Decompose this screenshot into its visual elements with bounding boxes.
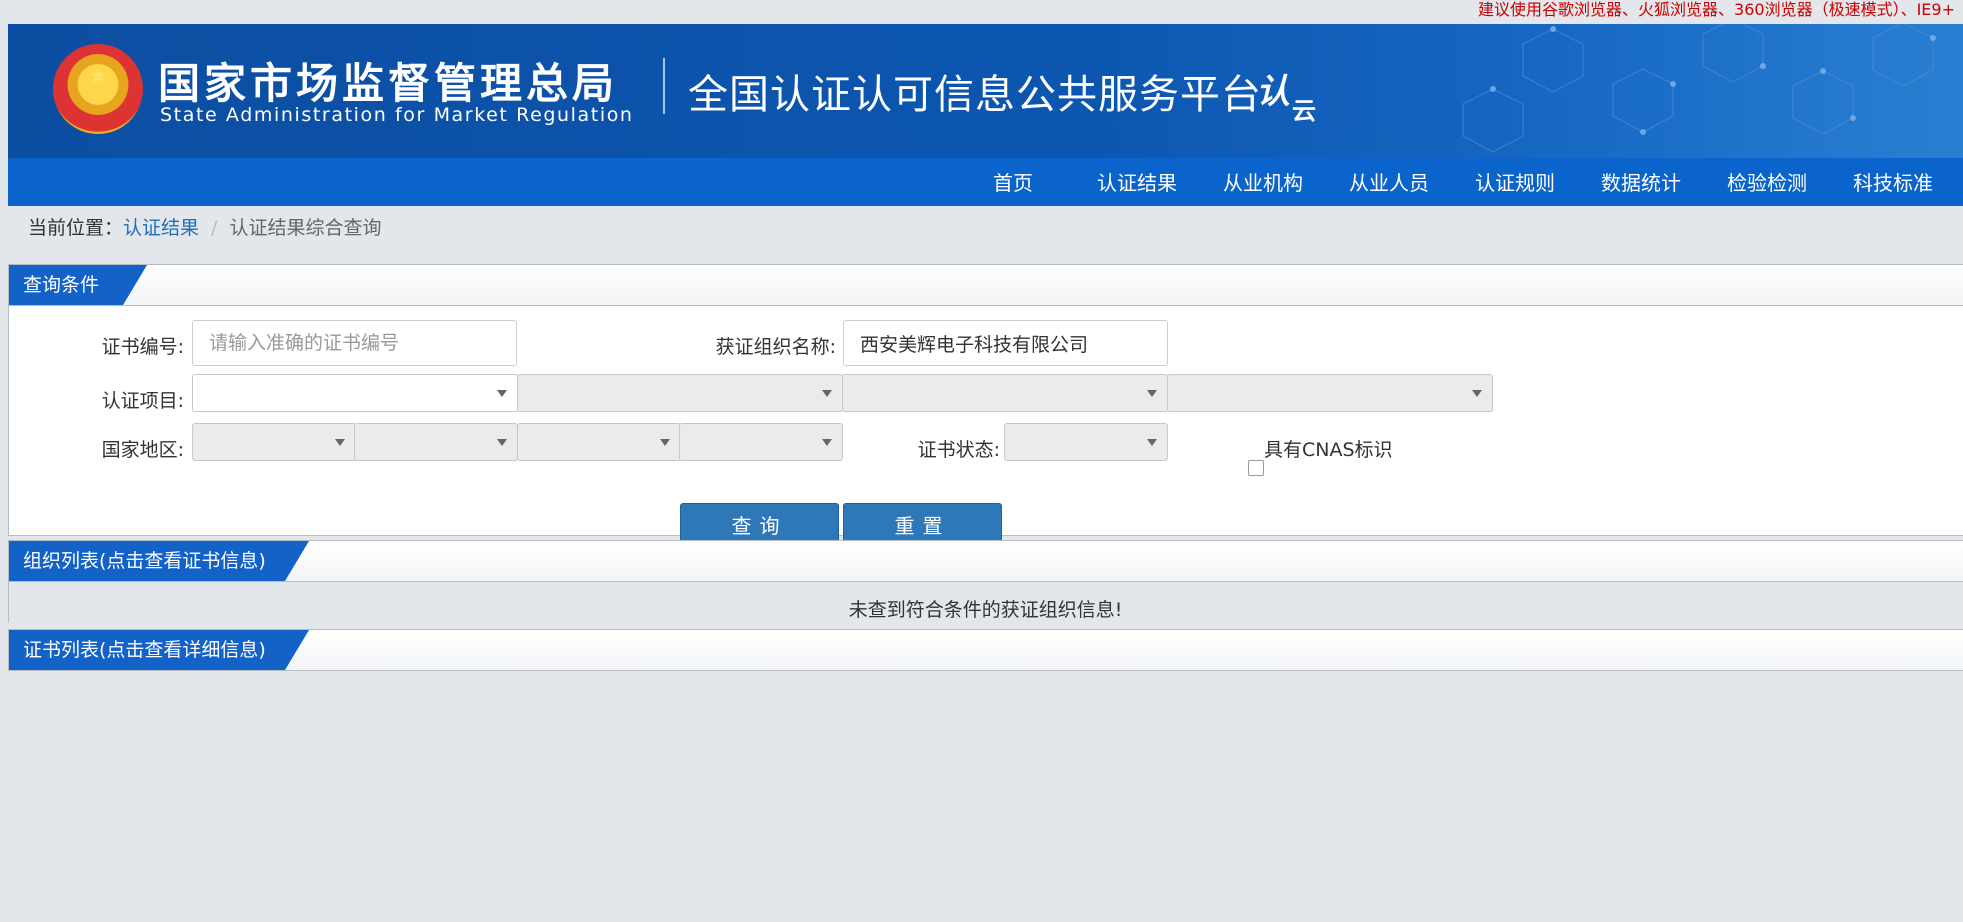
breadcrumb-separator: / [211,217,218,239]
breadcrumb-current: 认证结果综合查询 [229,217,382,239]
status-select[interactable] [1004,423,1168,461]
project-select-2[interactable] [517,374,843,412]
project-select-1[interactable] [192,374,518,412]
org-list-empty-message: 未查到符合条件的获证组织信息! [848,599,1123,621]
status-label: 证书状态: [917,439,1000,461]
cert-no-label: 证书编号: [101,336,184,358]
project-select-3[interactable] [842,374,1168,412]
region-select-1[interactable] [192,423,356,461]
region-select-3[interactable] [517,423,681,461]
agency-name-en: State Administration for Market Regulati… [160,104,634,126]
renzheng-cloud-logo: 认云 [1256,64,1316,125]
org-name-input[interactable] [843,320,1168,366]
header-divider [663,58,665,114]
site-banner: ★ 国家市场监督管理总局 State Administration for Ma… [8,24,1963,158]
nav-cert-results[interactable]: 认证结果 [1097,158,1177,206]
nav-statistics[interactable]: 数据统计 [1601,158,1681,206]
org-list-title: 组织列表(点击查看证书信息) [9,541,309,581]
project-label: 认证项目: [101,390,184,412]
breadcrumb-prefix: 当前位置： [28,217,124,239]
browser-notice: 建议使用谷歌浏览器、火狐浏览器、360浏览器（极速模式）、IE9+ [1478,0,1955,19]
chevron-down-icon [822,390,832,397]
chevron-down-icon [660,439,670,446]
main-nav: 首页 认证结果 从业机构 从业人员 认证规则 数据统计 检验检测 科技标准 [8,158,1963,206]
star-icon: ★ [88,64,108,89]
cert-list-title: 证书列表(点击查看详细信息) [9,630,309,670]
nav-personnel[interactable]: 从业人员 [1349,158,1429,206]
chevron-down-icon [1147,390,1157,397]
nav-home[interactable]: 首页 [993,158,1033,206]
chevron-down-icon [497,390,507,397]
chevron-down-icon [1147,439,1157,446]
cnas-checkbox[interactable] [1248,460,1264,476]
org-list-header: 组织列表(点击查看证书信息) [9,541,1963,582]
nav-cert-rules[interactable]: 认证规则 [1475,158,1555,206]
query-panel-title: 查询条件 [9,265,147,305]
nav-institutions[interactable]: 从业机构 [1223,158,1303,206]
cert-list-header: 证书列表(点击查看详细信息) [9,630,1963,671]
hex-pattern-decoration [1462,24,1936,153]
org-name-label: 获证组织名称: [715,336,836,358]
logo-sub-text: 云 [1292,97,1316,125]
cnas-label: 具有CNAS标识 [1264,439,1393,461]
region-label: 国家地区: [101,439,184,461]
chevron-down-icon [335,439,345,446]
query-panel-header: 查询条件 [9,265,1963,306]
chevron-down-icon [1472,390,1482,397]
nav-inspection[interactable]: 检验检测 [1727,158,1807,206]
platform-title: 全国认证认可信息公共服务平台 [688,72,1262,118]
agency-name-cn: 国家市场监督管理总局 [158,59,619,108]
chevron-down-icon [497,439,507,446]
region-select-2[interactable] [354,423,518,461]
chevron-down-icon [822,439,832,446]
region-select-4[interactable] [679,423,843,461]
nav-tech-standards[interactable]: 科技标准 [1853,158,1933,206]
national-emblem-icon: ★ [53,44,143,134]
cert-list-panel: 证书列表(点击查看详细信息) [8,629,1963,671]
breadcrumb: 当前位置：认证结果 / 认证结果综合查询 [28,216,381,240]
breadcrumb-link[interactable]: 认证结果 [123,217,199,239]
project-select-4[interactable] [1167,374,1493,412]
cert-no-input[interactable] [192,320,517,366]
page-frame: ★ 国家市场监督管理总局 State Administration for Ma… [8,24,1963,922]
logo-text: 认 [1256,72,1290,112]
